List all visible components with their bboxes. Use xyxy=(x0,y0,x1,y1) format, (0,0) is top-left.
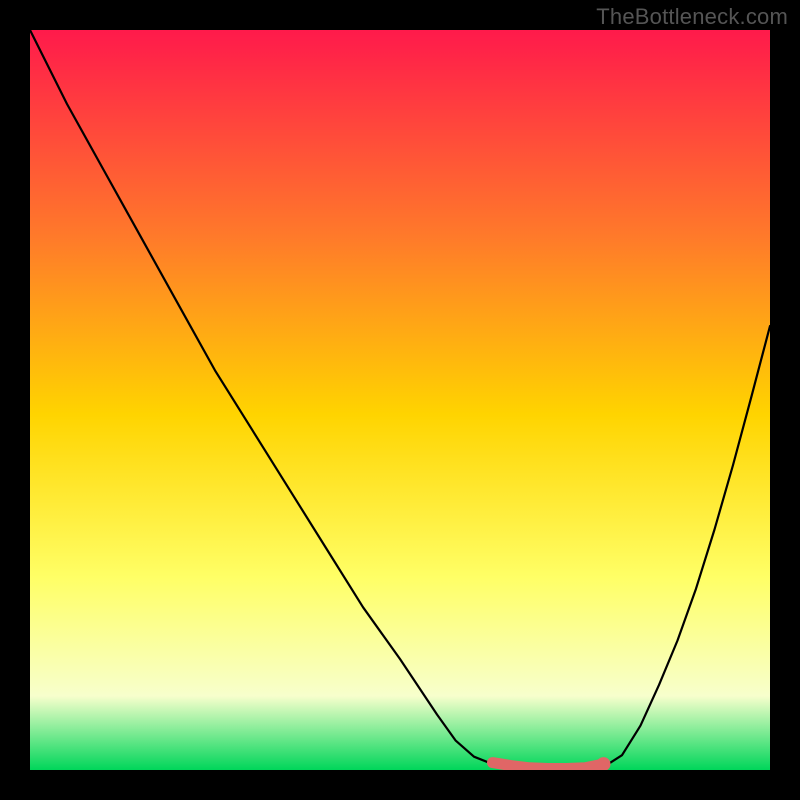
optimal-range-marker xyxy=(493,763,604,769)
plot-svg xyxy=(30,30,770,770)
watermark-text: TheBottleneck.com xyxy=(596,4,788,30)
plot-area xyxy=(30,30,770,770)
chart-frame: TheBottleneck.com xyxy=(0,0,800,800)
